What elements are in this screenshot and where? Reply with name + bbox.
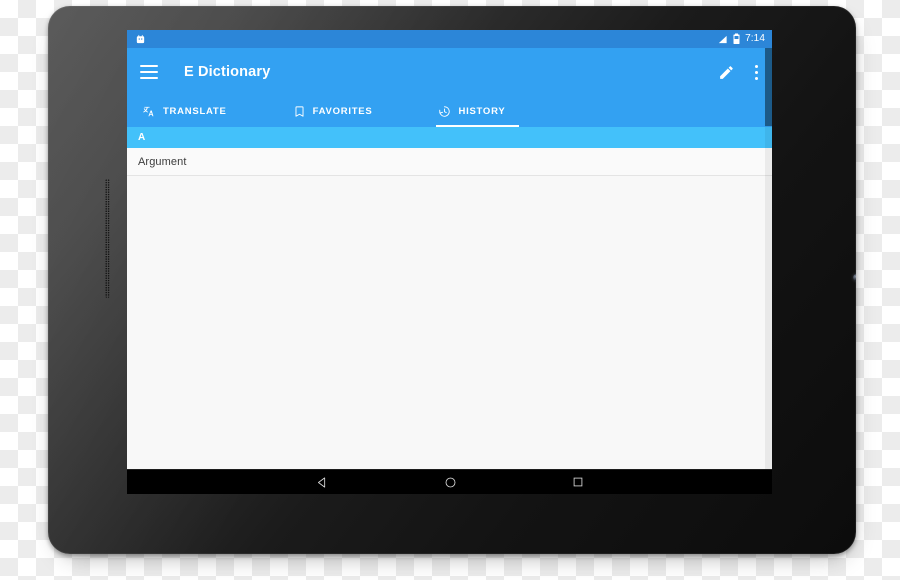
scrollbar-track[interactable] [765,48,772,469]
hamburger-menu-icon[interactable] [140,61,162,83]
status-bar-notifications [135,34,146,45]
back-triangle-icon[interactable] [316,476,329,489]
battery-icon [733,33,740,44]
ambient-sensor-icon [853,274,856,281]
tab-history[interactable]: HISTORY [436,96,520,127]
status-bar: 7:14 [127,30,772,48]
pencil-edit-icon[interactable] [718,64,735,81]
tab-bar: TRANSLATE FAVORITES HISTORY [127,96,772,127]
overflow-menu-icon[interactable] [751,63,761,82]
tablet-device: 7:14 E Dictionary TRANSLATE FAVORITES HI… [48,6,856,554]
app-title: E Dictionary [184,64,271,80]
list-item[interactable]: Argument [127,148,772,176]
status-bar-clock: 7:14 [745,33,765,44]
list-section-header: A [127,127,772,148]
app-bar-actions [718,63,761,82]
history-list: A Argument [127,127,772,469]
recents-square-icon[interactable] [572,476,584,488]
speaker-grille [105,179,110,298]
android-app-notification-icon [136,34,145,43]
scrollbar-thumb[interactable] [765,48,772,126]
tab-label: TRANSLATE [163,106,227,117]
signal-bars-icon [718,35,727,43]
translate-icon [143,106,154,117]
history-clock-icon [439,106,451,117]
device-screen: 7:14 E Dictionary TRANSLATE FAVORITES HI… [127,30,772,494]
tab-label: HISTORY [458,106,506,117]
screenshot-canvas: 7:14 E Dictionary TRANSLATE FAVORITES HI… [0,0,900,580]
tab-translate[interactable]: TRANSLATE [141,96,241,127]
section-header-label: A [138,132,146,143]
bookmark-icon [295,106,304,117]
status-bar-indicators: 7:14 [717,33,765,45]
app-bar: E Dictionary [127,48,772,96]
tab-favorites[interactable]: FAVORITES [291,96,387,127]
android-navigation-bar [127,469,772,494]
list-item-label: Argument [138,155,187,168]
home-circle-icon[interactable] [444,476,457,489]
tab-label: FAVORITES [312,106,373,117]
